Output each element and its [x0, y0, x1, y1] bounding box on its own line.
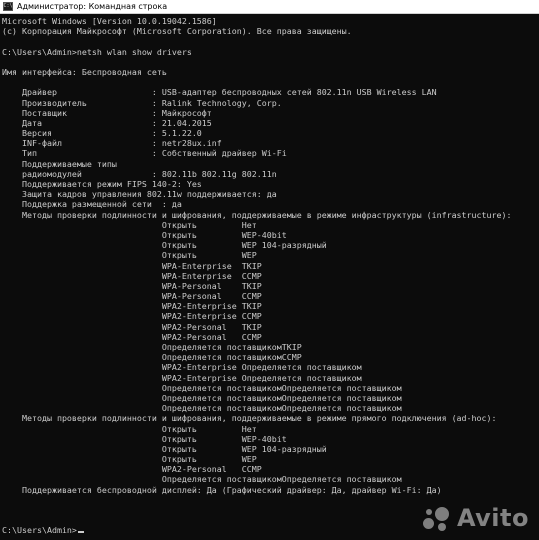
terminal-line: Определяется поставщикомОпределяется пос… — [2, 474, 402, 485]
terminal-line: радиомодулей : 802.11b 802.11g 802.11n — [2, 168, 277, 179]
cmd-window: C:\ Администратор: Командная строка Micr… — [0, 0, 539, 540]
terminal-line: Открыть Нет — [2, 219, 257, 230]
terminal-line: Определяется поставщикомОпределяется пос… — [2, 392, 402, 403]
terminal-line: Дата : 21.04.2015 — [2, 117, 212, 128]
terminal-line: WPA2-Personal CCMP — [2, 331, 262, 342]
terminal-line: Открыть WEP-40bit — [2, 433, 287, 444]
terminal-line: WPA2-Enterprise Определяется поставщиком — [2, 372, 362, 383]
terminal-line: Открыть Нет — [2, 423, 257, 434]
terminal-line: Определяется поставщикомTKIP — [2, 342, 302, 352]
terminal-line: Тип : Собственный драйвер Wi-Fi — [2, 148, 287, 159]
terminal-line: WPA2-Personal CCMP — [2, 464, 262, 475]
terminal-line: Методы проверки подлинности и шифрования… — [2, 209, 512, 220]
terminal-line: Методы проверки подлинности и шифрования… — [2, 413, 497, 424]
window-title: Администратор: Командная строка — [17, 2, 168, 11]
avito-logo-icon — [421, 504, 453, 532]
avito-watermark: Avito — [421, 504, 529, 532]
terminal-line: Открыть WEP 104-разрядный — [2, 443, 327, 454]
terminal-line: WPA2-Enterprise Определяется поставщиком — [2, 362, 362, 373]
terminal-line: Поставщик : Майкрософт — [2, 107, 212, 118]
terminal-line: Определяется поставщикомОпределяется пос… — [2, 382, 402, 393]
terminal-line: WPA2-Enterprise TKIP — [2, 301, 262, 312]
terminal-line: Версия : 5.1.22.0 — [2, 128, 202, 139]
terminal-line: WPA-Personal TKIP — [2, 280, 262, 291]
avito-watermark-text: Avito — [456, 504, 529, 532]
terminal-line: Поддерживаемые типы — [2, 158, 117, 169]
title-bar[interactable]: C:\ Администратор: Командная строка — [0, 0, 539, 14]
text-cursor — [77, 531, 84, 534]
terminal-line: Определяется поставщикомCCMP — [2, 352, 302, 363]
terminal-line: WPA2-Personal TKIP — [2, 321, 262, 332]
terminal-line: Драйвер : USB-адаптер беспроводных сетей… — [2, 87, 437, 98]
terminal-line: Поддержка размещенной сети : да — [2, 199, 182, 210]
prompt-text: C:\Users\Admin> — [2, 525, 77, 536]
terminal-line: Открыть WEP-40bit — [2, 229, 287, 240]
terminal-line: C:\Users\Admin>netsh wlan show drivers — [2, 46, 192, 57]
terminal-line: Защита кадров управления 802.11w поддерж… — [2, 189, 277, 200]
terminal-line: Определяется поставщикомОпределяется пос… — [2, 403, 402, 414]
terminal-line: WPA2-Enterprise CCMP — [2, 311, 262, 322]
terminal-line: Поддерживается режим FIPS 140-2: Yes — [2, 179, 202, 189]
terminal-line: Поддерживается беспроводной дисплей: Да … — [2, 484, 442, 495]
terminal-line: Microsoft Windows [Version 10.0.19042.15… — [2, 16, 217, 26]
terminal-line: Открыть WEP — [2, 250, 257, 261]
terminal-line: INF-файл : netr28ux.inf — [2, 138, 222, 149]
terminal-output[interactable]: Microsoft Windows [Version 10.0.19042.15… — [2, 16, 539, 540]
terminal-line: WPA-Enterprise CCMP — [2, 270, 262, 281]
terminal-line: Имя интерфейса: Беспроводная сеть — [2, 66, 167, 77]
terminal-line: Открыть WEP 104-разрядный — [2, 240, 327, 251]
terminal-line: (c) Корпорация Майкрософт (Microsoft Cor… — [2, 26, 352, 37]
terminal-line: WPA-Enterprise TKIP — [2, 260, 262, 271]
terminal-line: Открыть WEP — [2, 454, 257, 465]
cmd-icon: C:\ — [3, 2, 13, 11]
terminal-line: WPA-Personal CCMP — [2, 291, 262, 302]
terminal-line: Производитель : Ralink Technology, Corp. — [2, 97, 282, 108]
